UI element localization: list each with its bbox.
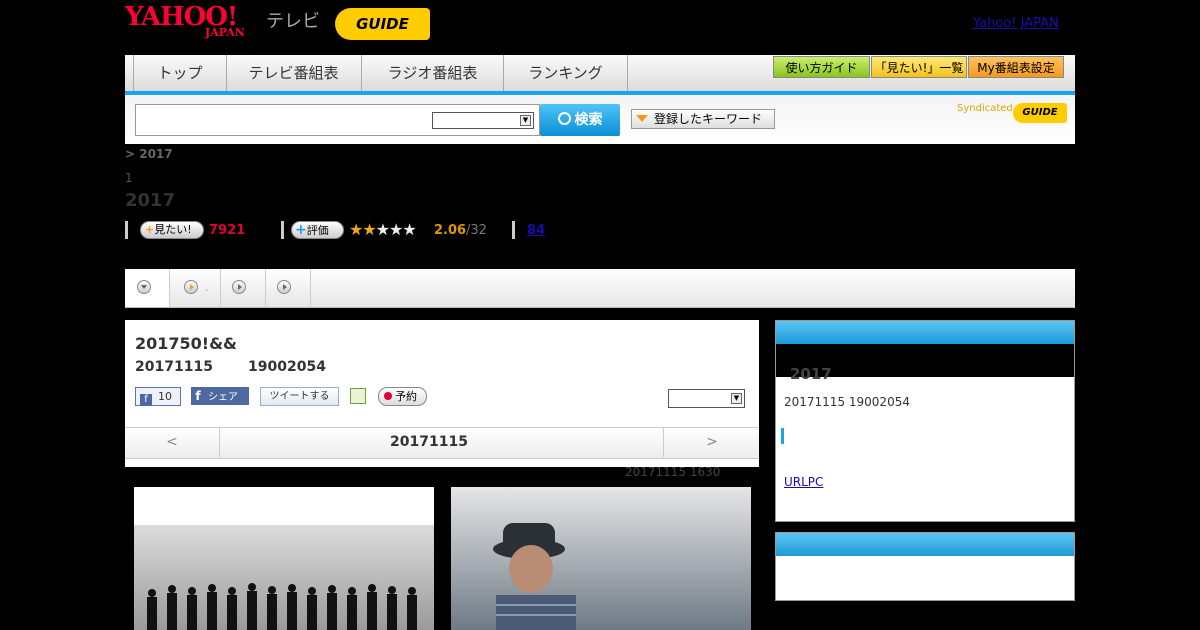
gguide-logo[interactable]: GUIDE — [335, 8, 430, 40]
group-photo — [134, 487, 434, 630]
artist-silhouette — [493, 523, 576, 630]
divider-bar — [281, 221, 284, 239]
tab-top[interactable]: トップ — [133, 55, 227, 91]
current-date: 20171115 — [390, 434, 468, 450]
search-category-select[interactable]: ▼ — [432, 112, 534, 129]
group-silhouette — [147, 583, 417, 630]
tab-ranking[interactable]: ランキング — [504, 55, 628, 91]
plus-icon: + — [295, 222, 307, 238]
facebook-share-label: シェア — [208, 392, 238, 403]
rating-total: /32 — [466, 223, 487, 238]
sub-tabs — [125, 269, 1075, 308]
prev-date-button[interactable]: < — [125, 427, 220, 457]
search-button-label: 検索 — [574, 112, 603, 128]
search-button[interactable]: 検索 — [540, 104, 620, 136]
tab-radio-schedule[interactable]: ラジオ番組表 — [362, 55, 504, 91]
registered-keywords-button[interactable]: 登録したキーワード — [631, 109, 775, 129]
sidebar-header — [776, 321, 1074, 344]
registered-keywords-label: 登録したキーワード — [654, 112, 763, 126]
play-circle-icon — [184, 280, 198, 294]
search-icon — [557, 112, 571, 125]
plus-icon: + — [145, 223, 155, 236]
yahoo-japan-link[interactable]: Yahoo! JAPAN — [973, 16, 1059, 31]
chevron-down-circle-icon — [137, 280, 151, 294]
breadcrumb[interactable]: > 2017 — [125, 147, 173, 161]
syndicated-gguide-logo: GUIDE — [1013, 103, 1067, 123]
detail-select[interactable]: ▼ — [668, 389, 745, 408]
yahoo-japan-label: JAPAN — [205, 26, 245, 39]
group-photo-image — [134, 525, 434, 630]
reserve-button-label: 予約 — [395, 390, 417, 403]
facebook-share-button[interactable]: f シェア — [191, 387, 249, 405]
chevron-down-icon: ▼ — [520, 115, 531, 126]
dot-separator: . — [205, 283, 209, 294]
play-circle-icon — [277, 280, 291, 294]
tweet-button[interactable]: ツイートする — [260, 387, 339, 406]
updated-timestamp: 20171115 1630 — [625, 465, 721, 479]
play-circle-icon — [232, 280, 246, 294]
sidebar-accent-bar — [781, 428, 784, 444]
tab-tv-schedule[interactable]: テレビ番組表 — [226, 55, 362, 91]
mitai-button[interactable]: +見たい! — [140, 221, 204, 239]
record-icon — [384, 392, 392, 400]
divider-bar — [125, 221, 128, 239]
program-time: 19002054 — [248, 359, 326, 375]
page-number: 1 — [125, 171, 133, 185]
facebook-icon: f — [195, 389, 201, 403]
artist-photo — [451, 487, 751, 630]
program-date: 20171115 — [135, 359, 213, 375]
my-schedule-button[interactable]: My番組表設定 — [968, 56, 1064, 78]
sidebar-panel-2 — [775, 532, 1075, 601]
sidebar-link[interactable]: URLPC — [784, 475, 823, 489]
reserve-button[interactable]: 予約 — [378, 387, 427, 406]
facebook-icon: f — [140, 394, 152, 406]
divider-bar — [512, 221, 515, 239]
page-title: 2017 — [125, 190, 176, 211]
sidebar-title: 2017 — [790, 365, 832, 383]
rating-value: 2.06 — [434, 223, 467, 238]
program-title: 201750!&& — [135, 334, 237, 353]
mitai-button-label: 見たい! — [154, 223, 192, 236]
sidebar-time: 20171115 19002054 — [784, 395, 910, 409]
rate-button[interactable]: +評価 — [291, 221, 344, 239]
rating-stars: ★★★★★ — [349, 220, 417, 239]
rate-button-label: 評価 — [306, 224, 329, 237]
next-date-button[interactable]: > — [663, 427, 760, 457]
tv-label: テレビ — [266, 11, 320, 32]
mixi-check-icon[interactable] — [350, 388, 366, 404]
mitai-list-button[interactable]: 「見たい!」一覧 — [871, 56, 967, 78]
guide-button[interactable]: 使い方ガイド — [773, 56, 870, 78]
syndicated-label: Syndicated — [957, 103, 1013, 114]
arrow-down-icon — [636, 115, 648, 122]
sidebar-header-2 — [776, 533, 1074, 556]
facebook-like-count: 10 — [158, 390, 172, 403]
mitai-count: 7921 — [209, 223, 246, 238]
chevron-down-icon: ▼ — [731, 393, 742, 404]
review-count-link[interactable]: 84 — [527, 223, 545, 238]
facebook-like-button[interactable]: f 10 — [135, 387, 181, 406]
